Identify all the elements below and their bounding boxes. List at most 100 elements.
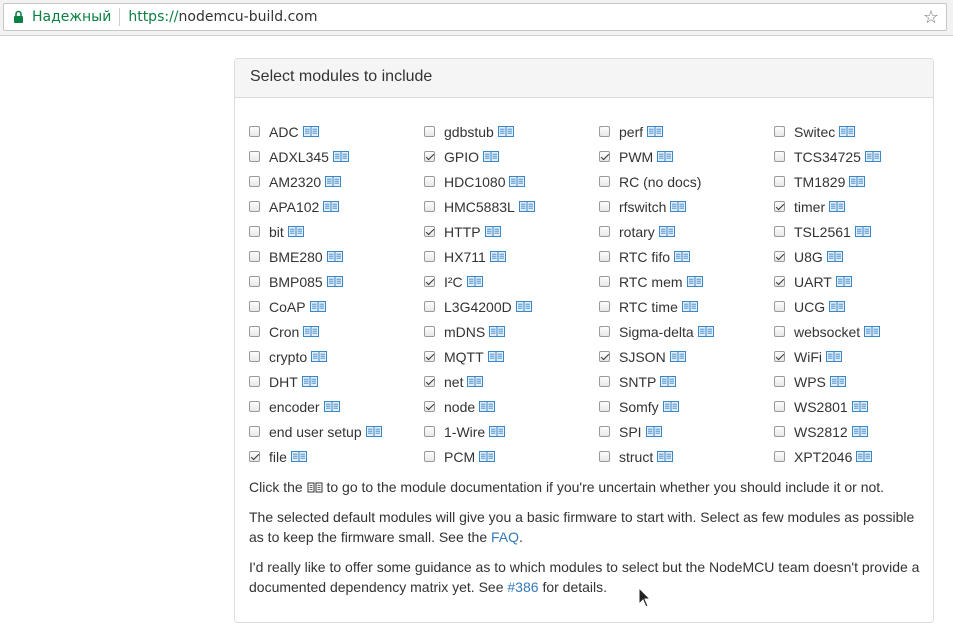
module-checkbox[interactable] [599,426,610,437]
module-option[interactable]: net [424,369,599,394]
module-checkbox[interactable] [774,451,785,462]
book-icon[interactable] [489,251,506,262]
module-checkbox[interactable] [424,376,435,387]
module-option[interactable]: MQTT [424,344,599,369]
module-option[interactable]: RTC time [599,294,774,319]
module-checkbox[interactable] [424,451,435,462]
module-checkbox[interactable] [774,176,785,187]
module-option[interactable]: websocket [774,319,949,344]
book-icon[interactable] [518,201,535,212]
book-icon[interactable] [826,251,843,262]
book-icon[interactable] [489,426,506,437]
book-icon[interactable] [681,301,698,312]
module-option[interactable]: U8G [774,244,949,269]
module-option[interactable]: Somfy [599,394,774,419]
module-checkbox[interactable] [249,351,260,362]
module-option[interactable]: RC (no docs) [599,169,774,194]
book-icon[interactable] [323,401,340,412]
book-icon[interactable] [466,276,483,287]
module-checkbox[interactable] [249,451,260,462]
book-icon[interactable] [839,126,856,137]
module-option[interactable]: Cron [249,319,424,344]
star-icon[interactable]: ☆ [922,8,940,26]
book-icon[interactable] [489,326,506,337]
module-option[interactable]: file [249,444,424,469]
module-checkbox[interactable] [774,226,785,237]
module-option[interactable]: WS2801 [774,394,949,419]
module-option[interactable]: SPI [599,419,774,444]
module-checkbox[interactable] [249,251,260,262]
module-checkbox[interactable] [774,401,785,412]
book-icon[interactable] [332,151,349,162]
module-option[interactable]: bit [249,219,424,244]
module-option[interactable]: TM1829 [774,169,949,194]
module-checkbox[interactable] [599,276,610,287]
book-icon[interactable] [864,151,881,162]
module-checkbox[interactable] [249,226,260,237]
book-icon[interactable] [309,301,326,312]
book-icon[interactable] [660,376,677,387]
module-checkbox[interactable] [774,251,785,262]
module-option[interactable]: CoAP [249,294,424,319]
module-option[interactable]: PCM [424,444,599,469]
module-option[interactable]: WPS [774,369,949,394]
module-checkbox[interactable] [424,276,435,287]
module-option[interactable]: WS2812 [774,419,949,444]
lock-icon[interactable] [12,9,24,25]
book-icon[interactable] [851,401,868,412]
book-icon[interactable] [515,301,532,312]
book-icon[interactable] [826,351,842,362]
book-icon[interactable] [854,226,871,237]
book-icon[interactable] [657,151,674,162]
module-checkbox[interactable] [424,401,435,412]
module-checkbox[interactable] [249,426,260,437]
module-checkbox[interactable] [424,126,435,137]
module-checkbox[interactable] [249,376,260,387]
book-icon[interactable] [287,226,304,237]
book-icon[interactable] [484,226,501,237]
module-option[interactable]: ADC [249,119,424,144]
secure-label[interactable]: Надежный [32,9,111,25]
module-checkbox[interactable] [424,301,435,312]
book-icon[interactable] [302,126,319,137]
module-checkbox[interactable] [249,126,260,137]
book-icon[interactable] [697,326,714,337]
book-icon[interactable] [303,326,320,337]
module-option[interactable]: TCS34725 [774,144,949,169]
module-checkbox[interactable] [774,276,785,287]
module-checkbox[interactable] [599,301,610,312]
module-option[interactable]: I²C [424,269,599,294]
module-option[interactable]: gdbstub [424,119,599,144]
module-option[interactable]: APA102 [249,194,424,219]
module-option[interactable]: RTC mem [599,269,774,294]
book-icon[interactable] [864,326,881,337]
module-option[interactable]: HTTP [424,219,599,244]
module-checkbox[interactable] [599,326,610,337]
book-icon[interactable] [509,176,526,187]
book-icon[interactable] [326,251,343,262]
module-option[interactable]: Switec [774,119,949,144]
book-icon[interactable] [290,451,307,462]
book-icon[interactable] [365,426,382,437]
module-checkbox[interactable] [774,326,785,337]
module-checkbox[interactable] [424,326,435,337]
module-checkbox[interactable] [774,301,785,312]
module-option[interactable]: UART [774,269,949,294]
module-checkbox[interactable] [424,176,435,187]
module-checkbox[interactable] [599,151,610,162]
module-option[interactable]: SNTP [599,369,774,394]
module-checkbox[interactable] [599,401,610,412]
module-option[interactable]: UCG [774,294,949,319]
module-checkbox[interactable] [774,126,785,137]
book-icon[interactable] [479,401,496,412]
module-option[interactable]: struct [599,444,774,469]
module-option[interactable]: rfswitch [599,194,774,219]
module-checkbox[interactable] [599,251,610,262]
book-icon[interactable] [311,351,328,362]
module-option[interactable]: rotary [599,219,774,244]
book-icon[interactable] [662,401,679,412]
book-icon[interactable] [849,176,866,187]
book-icon[interactable] [674,251,691,262]
omnibox[interactable]: Надежный https://nodemcu-build.com ☆ [3,3,947,31]
book-icon[interactable] [829,201,846,212]
